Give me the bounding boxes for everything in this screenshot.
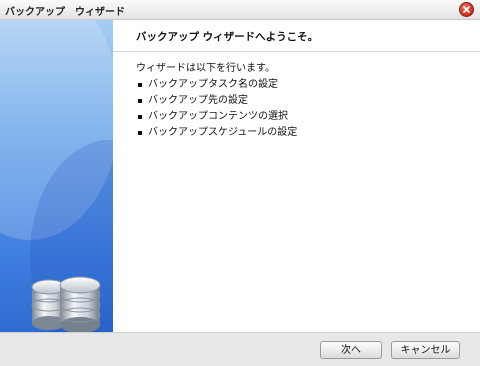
list-item: バックアップスケジュールの設定 [136, 125, 297, 141]
page-title: バックアップ ウィザードへようこそ。 [136, 31, 319, 43]
wizard-description: ウィザードは以下を行います。 バックアップタスク名の設定 バックアップ先の設定 … [136, 61, 297, 141]
list-item: バックアップ先の設定 [136, 93, 297, 109]
cancel-button[interactable]: キャンセル [391, 341, 460, 359]
list-item: バックアップタスク名の設定 [136, 77, 297, 93]
bullet-icon [138, 131, 142, 135]
next-button[interactable]: 次へ [320, 341, 382, 359]
bullet-icon [138, 99, 142, 103]
list-item: バックアップコンテンツの選択 [136, 109, 297, 125]
database-icon [31, 276, 101, 332]
bullet-icon [138, 115, 142, 119]
bullet-icon [138, 83, 142, 87]
step-label: バックアップ先の設定 [148, 95, 248, 106]
step-label: バックアップタスク名の設定 [148, 79, 278, 90]
intro-text: ウィザードは以下を行います。 [136, 63, 275, 74]
wizard-window: バックアップ ウィザード バックアップ ウィザードへようこそ。 ウィザードは以下… [0, 0, 480, 366]
step-label: バックアップスケジュールの設定 [148, 127, 298, 138]
button-bar: 次へ キャンセル [0, 332, 480, 366]
step-label: バックアップコンテンツの選択 [148, 111, 288, 122]
page-header: バックアップ ウィザードへようこそ。 [113, 20, 480, 52]
wizard-content: バックアップ ウィザードへようこそ。 ウィザードは以下を行います。 バックアップ… [113, 20, 480, 332]
wizard-sidebar [0, 20, 113, 332]
title-bar: バックアップ ウィザード [0, 0, 480, 20]
close-icon [463, 6, 470, 13]
step-list: バックアップタスク名の設定 バックアップ先の設定 バックアップコンテンツの選択 … [136, 77, 297, 141]
window-title: バックアップ ウィザード [5, 7, 125, 18]
close-button[interactable] [459, 2, 474, 17]
